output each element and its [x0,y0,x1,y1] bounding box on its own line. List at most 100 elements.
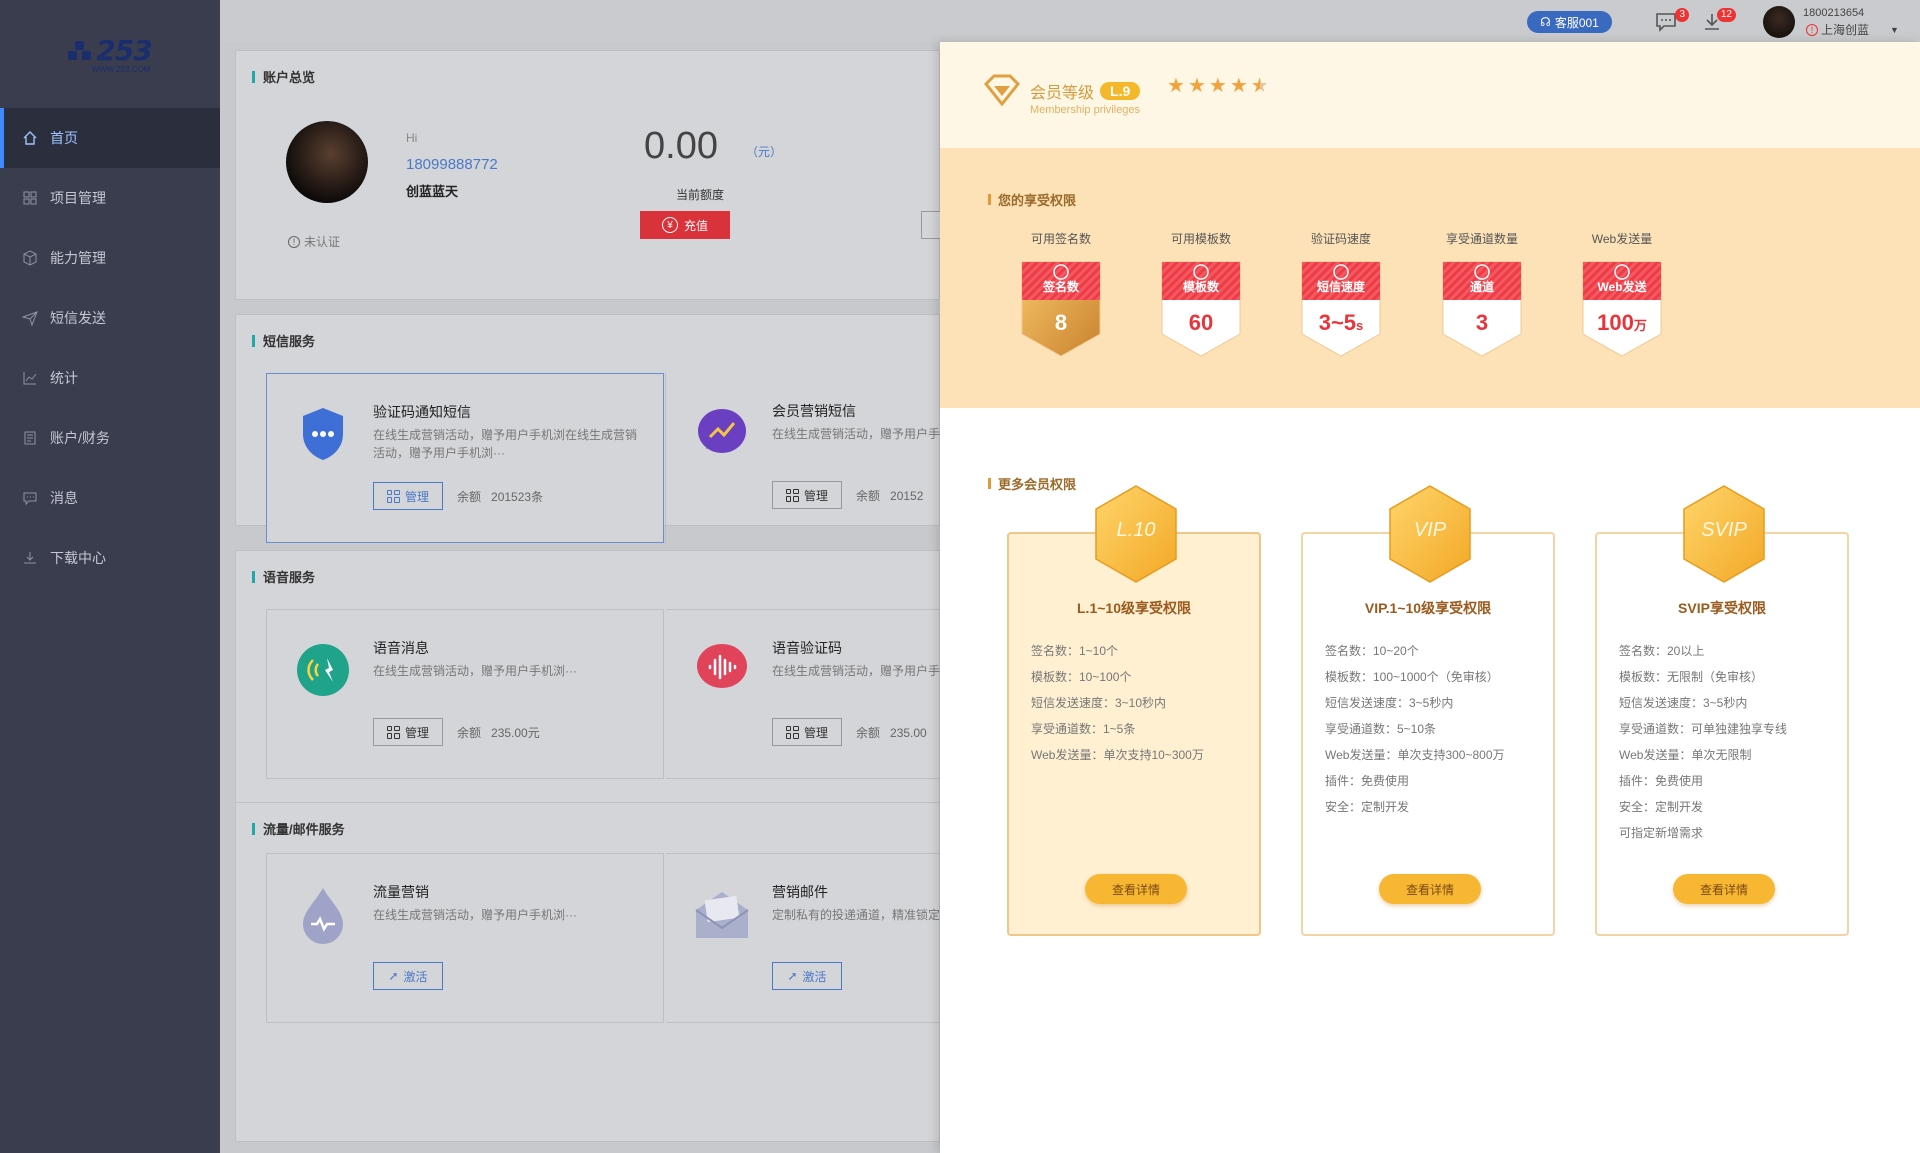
voice-message-service[interactable]: 语音消息 在线生成营销活动，赠予用户手机浏··· 管理 余额 235.00元 [266,609,664,779]
privilege-value: 100万 [1597,310,1647,335]
trend-chat-icon [698,409,746,453]
logo[interactable]: 253 WWW.253.COM [0,0,220,108]
service-balance: 余额 201523条 [457,490,544,504]
tier-hex-badge: SVIP [1680,484,1768,584]
sms-section-title: 短信服务 [252,331,315,350]
grid-icon [785,725,799,739]
privilege-badge: 签名数 8 [1018,258,1104,362]
grid-icon [785,488,799,502]
activate-button[interactable]: ➚ 激活 [772,962,842,990]
manage-button[interactable]: 管理 [772,718,842,746]
flow-section-title: 流量/邮件服务 [252,819,345,838]
yuan-icon: ¥ [661,217,678,233]
greeting: Hi [406,131,418,145]
tier-hex-badge: L.10 [1092,484,1180,584]
flow-marketing-service[interactable]: 流量营销 在线生成营销活动，赠予用户手机浏··· ➚ 激活 [266,853,664,1023]
service-balance: 余额 235.00元 [457,726,540,740]
sidebar-item-1[interactable]: 项目管理 [0,168,220,228]
privileges-title: 您的享受权限 [988,190,1076,209]
privilege-badge-label: 签名数 [1042,280,1079,294]
service-name: 验证码通知短信 [373,404,471,420]
membership-subtitle: Membership privileges [1030,104,1141,116]
logo-text: 253 [96,34,152,67]
service-name: 流量营销 [373,884,429,900]
tier-benefit: 模板数：10~100个 [1031,670,1132,684]
sidebar-item-label: 首页 [50,130,78,146]
verification-status[interactable]: ! 未认证 [288,233,340,250]
tier-benefit: 短信发送速度：3~10秒内 [1031,696,1167,710]
privilege-item: 可用模板数 模板数 60 [1158,230,1244,362]
tier-benefit: Web发送量：单次支持10~300万 [1031,748,1204,762]
sidebar-item-3[interactable]: 短信发送 [0,288,220,348]
tier-benefits: 签名数：10~20个 模板数：100~1000个（免审核） 短信发送速度：3~5秒内… [1325,638,1505,820]
message-center-button[interactable]: 3 [1655,8,1689,32]
sidebar-item-7[interactable]: 下载中心 [0,528,220,588]
tier-hex-label: VIP [1413,519,1447,541]
grid-icon [22,190,38,206]
sidebar-item-0[interactable]: 首页 [0,108,220,168]
home-icon [22,130,38,146]
privilege-value: 3 [1475,310,1489,335]
privilege-item: 可用签名数 签名数 8 [1018,230,1104,362]
user-avatar[interactable] [1763,6,1795,38]
voice-bubble-icon [697,644,747,688]
water-drop-icon [303,888,343,944]
activate-button[interactable]: ➚ 激活 [373,962,443,990]
tier-title: VIP.1~10级享受权限 [1364,600,1492,616]
customer-service-button[interactable]: ☊ 客服001 [1527,11,1612,33]
tier-details-button[interactable]: 查看详情 [1085,874,1187,904]
privileges-section: 您的享受权限 可用签名数 签名数 8 可用模板数 模板数 60 验证码速度短信速度 3~5s 享… [940,148,1920,408]
tier-details-button[interactable]: 查看详情 [1673,874,1775,904]
sidebar-item-label: 短信发送 [50,310,106,326]
privilege-badge-label: 模板数 [1182,280,1219,294]
tier-card: L.10 L.1~10级享受权限 签名数：1~10个 模板数：10~100个 短信发送速… [1007,485,1261,936]
tier-benefits: 签名数：1~10个 模板数：10~100个 短信发送速度：3~10秒内 享受通道数：1… [1031,638,1204,768]
level-badge: L.9 [1100,82,1141,100]
privilege-badge-label: 通道 [1469,280,1494,294]
star-icon: ★ [1250,75,1269,97]
privilege-label: 享受通道数量 [1445,232,1518,246]
logo-url: WWW.253.COM [91,65,151,74]
more-privileges-title: 更多会员权限 [988,474,1076,493]
tier-hex-label: SVIP [1701,519,1747,541]
chart-icon [22,370,38,386]
voice-section-title: 语音服务 [252,567,315,586]
tier-benefits: 签名数：20以上 模板数：无限制（免审核） 短信发送速度：3~5秒内 享受通道数：可单… [1619,638,1787,846]
service-name: 语音消息 [373,640,429,656]
voice-service-card: 语音服务 语音消息 在线生成营销活动，赠予用户手机浏··· 管理 余额 235.… [235,550,1064,810]
user-phone: 1800213654 [1803,7,1865,19]
balance-label: 当前额度 [676,188,725,202]
tier-benefit: 安全：定制开发 [1325,800,1410,814]
service-desc: 在线生成营销活动，赠予用户手机浏··· [373,664,577,678]
sms-verify-service[interactable]: 验证码通知短信 在线生成营销活动，赠予用户手机浏在线生成营销活动，赠予用户手机浏… [266,373,664,543]
privilege-badge: Web发送 100万 [1579,258,1665,362]
grid-icon [386,489,400,503]
user-menu-caret-icon[interactable]: ▼ [1890,25,1899,35]
tier-details-button[interactable]: 查看详情 [1379,874,1481,904]
privilege-label: 验证码速度 [1310,232,1371,246]
privilege-value: 3~5s [1318,310,1364,335]
service-name: 营销邮件 [772,884,828,900]
tier-benefit: 安全：定制开发 [1619,800,1704,814]
account-section-title: 账户总览 [252,67,315,86]
sidebar-item-5[interactable]: 账户/财务 [0,408,220,468]
privilege-badge-label: 短信速度 [1316,280,1365,294]
sidebar-item-4[interactable]: 统计 [0,348,220,408]
sidebar-item-2[interactable]: 能力管理 [0,228,220,288]
manage-button[interactable]: 管理 [373,718,443,746]
balance-amount: 0.00 [644,125,718,167]
tier-benefit: 短信发送速度：3~5秒内 [1619,696,1748,710]
manage-button[interactable]: 管理 [772,481,842,509]
recharge-button[interactable]: ¥ 充值 [640,211,730,239]
sidebar-item-6[interactable]: 消息 [0,468,220,528]
download-center-button[interactable]: 12 [1702,8,1736,32]
tier-benefit: 签名数：1~10个 [1031,644,1119,658]
account-avatar[interactable] [286,121,368,203]
envelope-icon [695,892,749,938]
manage-button[interactable]: 管理 [373,482,443,510]
user-company[interactable]: ! 上海创蓝 [1806,21,1869,38]
service-desc: 在线生成营销活动，赠予用户手机浏在线生成营销活动，赠予用户手机浏··· [373,428,638,460]
tier-benefit: Web发送量：单次无限制 [1619,748,1752,762]
tier-benefit: 签名数：20以上 [1619,644,1705,658]
account-overview-card: 账户总览 Hi 18099888772 创蓝蓝天 ! 未认证 0.00 （元） … [235,50,971,300]
